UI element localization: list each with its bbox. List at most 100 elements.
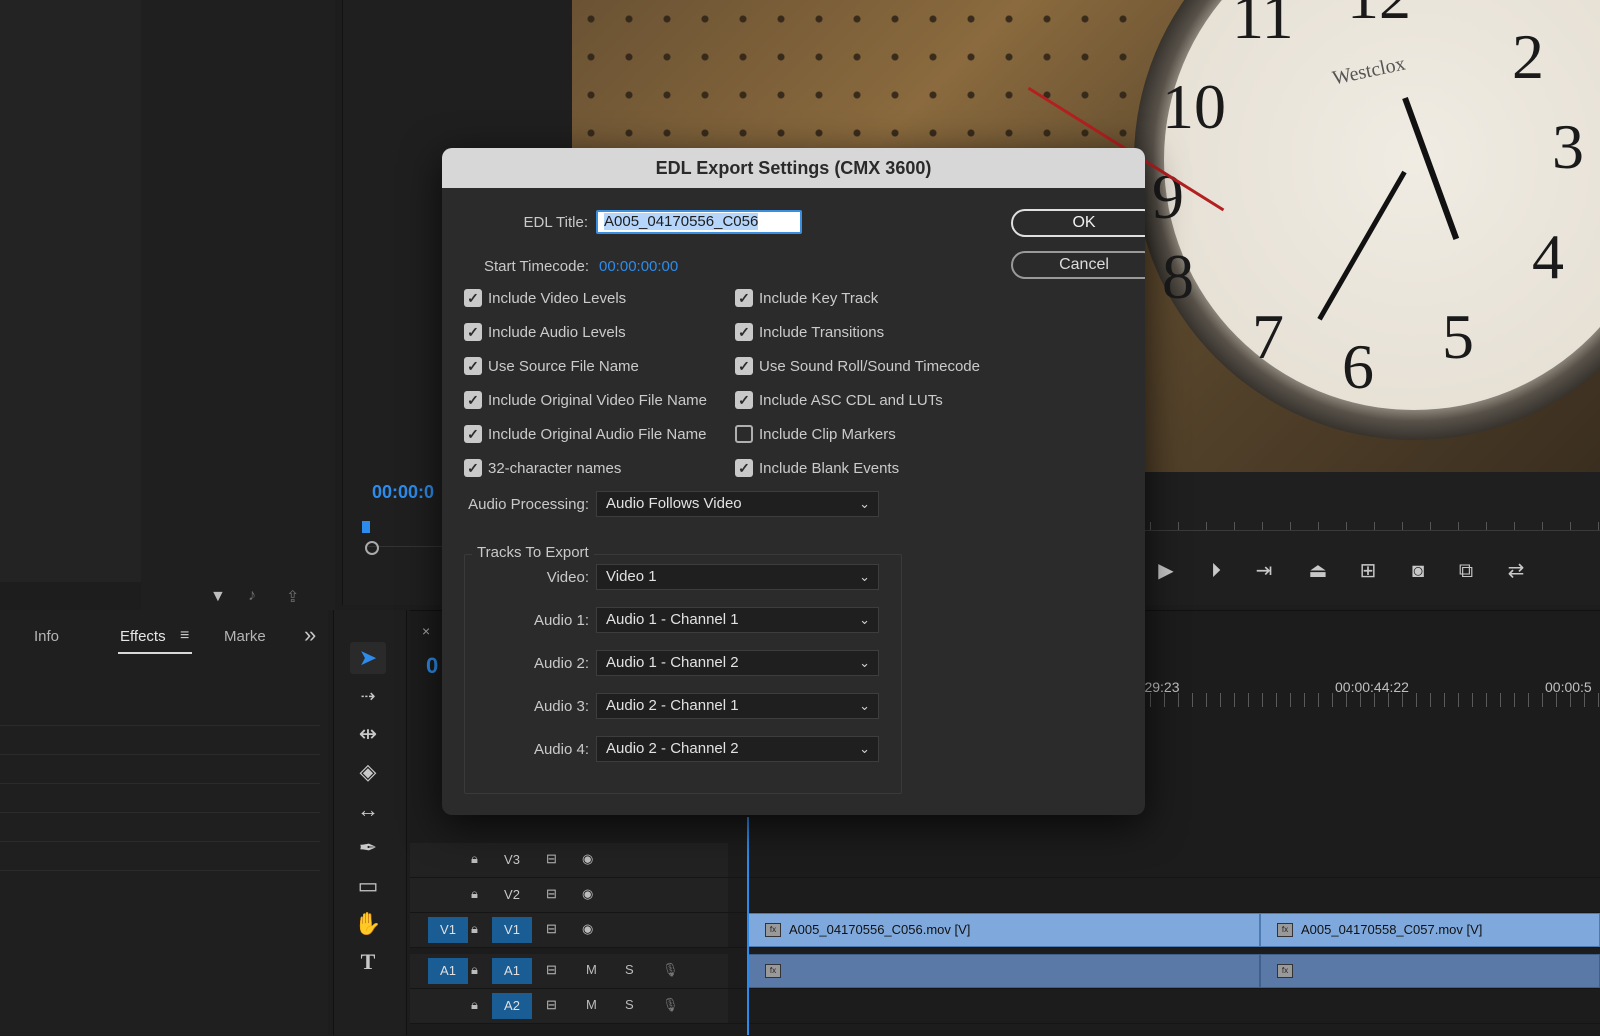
checkmark-icon[interactable]: ✓: [735, 391, 753, 409]
lift-icon[interactable]: ⏏: [1304, 560, 1332, 582]
filter-icon[interactable]: ▼: [210, 588, 226, 606]
checkmark-icon[interactable]: ✓: [735, 357, 753, 375]
checkbox-use-source-file-name[interactable]: ✓ Use Source File Name: [464, 357, 639, 375]
camera-icon[interactable]: ◙: [1404, 560, 1432, 582]
track-select-tool-icon[interactable]: ⇢: [350, 680, 386, 712]
lock-icon[interactable]: 🔒︎: [471, 921, 478, 937]
list-item[interactable]: [0, 842, 320, 871]
eye-icon[interactable]: ◉: [582, 886, 593, 902]
microphone-icon[interactable]: 🎙︎: [662, 997, 679, 1013]
list-item[interactable]: [0, 813, 320, 842]
checkbox-include-video-levels[interactable]: ✓ Include Video Levels: [464, 289, 626, 307]
type-tool-icon[interactable]: T: [350, 946, 386, 978]
checkbox-include-blank-events[interactable]: ✓ Include Blank Events: [735, 459, 899, 477]
timeline-playhead[interactable]: [747, 817, 749, 1035]
timeline-audio-clip[interactable]: fx: [1260, 954, 1600, 988]
source-playhead[interactable]: [362, 521, 370, 533]
checkmark-icon[interactable]: ✓: [464, 323, 482, 341]
track-export-select[interactable]: Audio 1 - Channel 1 ⌄: [596, 607, 879, 633]
source-patch-v1[interactable]: V1: [428, 917, 468, 943]
sync-lock-icon[interactable]: ⊟: [546, 962, 557, 978]
edl-title-field[interactable]: A005_04170556_C056: [596, 210, 802, 234]
sync-lock-icon[interactable]: ⊟: [546, 886, 557, 902]
panel-menu-icon[interactable]: ≡: [180, 627, 189, 645]
empty-checkbox-icon[interactable]: [735, 425, 753, 443]
track-export-select[interactable]: Audio 1 - Channel 2 ⌄: [596, 650, 879, 676]
checkbox-include-key-track[interactable]: ✓ Include Key Track: [735, 289, 878, 307]
track-name[interactable]: A1: [492, 958, 532, 984]
ok-button[interactable]: OK: [1011, 209, 1145, 237]
track-name[interactable]: V1: [492, 917, 532, 943]
checkmark-icon[interactable]: ✓: [464, 289, 482, 307]
comparison-view-icon[interactable]: ⧉: [1452, 560, 1480, 582]
track-name[interactable]: A2: [492, 993, 532, 1019]
selection-tool-icon[interactable]: ➤: [350, 642, 386, 674]
checkbox-include-asc-cdl-and-luts[interactable]: ✓ Include ASC CDL and LUTs: [735, 391, 943, 409]
checkmark-icon[interactable]: ✓: [464, 459, 482, 477]
checkbox-32-character-names[interactable]: ✓ 32-character names: [464, 459, 621, 477]
sync-lock-icon[interactable]: ⊟: [546, 851, 557, 867]
lock-icon[interactable]: 🔒︎: [471, 997, 478, 1013]
checkmark-icon[interactable]: ✓: [464, 425, 482, 443]
sync-lock-icon[interactable]: ⊟: [546, 921, 557, 937]
track-name[interactable]: V3: [492, 847, 532, 873]
audio-processing-select[interactable]: Audio Follows Video ⌄: [596, 491, 879, 517]
solo-button[interactable]: S: [625, 962, 634, 977]
program-timeline-ruler[interactable]: [1122, 510, 1600, 531]
track-export-select[interactable]: Audio 2 - Channel 1 ⌄: [596, 693, 879, 719]
start-timecode-value[interactable]: 00:00:00:00: [599, 258, 678, 275]
extract-icon[interactable]: ⊞: [1354, 560, 1382, 582]
go-to-out-icon[interactable]: ⇥: [1250, 560, 1278, 582]
list-item[interactable]: [0, 784, 320, 813]
dialog-titlebar[interactable]: EDL Export Settings (CMX 3600): [442, 148, 1145, 188]
rectangle-tool-icon[interactable]: ▭: [350, 870, 386, 902]
multicam-icon[interactable]: ⇄: [1502, 560, 1530, 582]
microphone-icon[interactable]: 🎙︎: [662, 962, 679, 978]
tab-effects[interactable]: Effects: [120, 628, 166, 645]
checkbox-include-audio-levels[interactable]: ✓ Include Audio Levels: [464, 323, 626, 341]
cancel-button[interactable]: Cancel: [1011, 251, 1145, 279]
track-export-select[interactable]: Video 1 ⌄: [596, 564, 879, 590]
timeline-ruler[interactable]: [1122, 693, 1600, 707]
list-item[interactable]: [0, 697, 320, 726]
checkbox-include-original-video-file-name[interactable]: ✓ Include Original Video File Name: [464, 391, 707, 409]
list-item[interactable]: [0, 726, 320, 755]
timeline-clip[interactable]: fx A005_04170558_C057.mov [V]: [1260, 913, 1600, 947]
checkbox-include-transitions[interactable]: ✓ Include Transitions: [735, 323, 884, 341]
checkmark-icon[interactable]: ✓: [735, 323, 753, 341]
solo-button[interactable]: S: [625, 997, 634, 1012]
slip-tool-icon[interactable]: ↔: [350, 794, 386, 826]
sequence-timecode[interactable]: 0: [426, 653, 438, 679]
close-sequence-icon[interactable]: ×: [422, 623, 430, 639]
sync-lock-icon[interactable]: ⊟: [546, 997, 557, 1013]
checkmark-icon[interactable]: ✓: [464, 357, 482, 375]
lock-icon[interactable]: 🔒︎: [471, 886, 478, 902]
mute-button[interactable]: M: [586, 962, 597, 977]
track-export-select[interactable]: Audio 2 - Channel 2 ⌄: [596, 736, 879, 762]
mute-button[interactable]: M: [586, 997, 597, 1012]
ripple-edit-tool-icon[interactable]: ⇹: [350, 718, 386, 750]
pen-tool-icon[interactable]: ✒: [350, 832, 386, 864]
tab-info[interactable]: Info: [34, 628, 59, 645]
insert-icon[interactable]: ♪: [248, 587, 256, 605]
checkmark-icon[interactable]: ✓: [735, 459, 753, 477]
checkbox-include-original-audio-file-name[interactable]: ✓ Include Original Audio File Name: [464, 425, 706, 443]
timeline-audio-clip[interactable]: fx: [748, 954, 1260, 988]
lock-icon[interactable]: 🔒︎: [471, 962, 478, 978]
source-patch-a1[interactable]: A1: [428, 958, 468, 984]
source-timecode[interactable]: 00:00:0: [372, 482, 434, 503]
razor-tool-icon[interactable]: ◈: [350, 756, 386, 788]
checkbox-include-clip-markers[interactable]: Include Clip Markers: [735, 425, 896, 443]
checkbox-use-sound-roll-sound-timecode[interactable]: ✓ Use Sound Roll/Sound Timecode: [735, 357, 980, 375]
timeline-clip[interactable]: fx A005_04170556_C056.mov [V]: [748, 913, 1260, 947]
eye-icon[interactable]: ◉: [582, 851, 593, 867]
lock-icon[interactable]: 🔒︎: [471, 851, 478, 867]
checkmark-icon[interactable]: ✓: [735, 289, 753, 307]
checkmark-icon[interactable]: ✓: [464, 391, 482, 409]
step-forward-icon[interactable]: ⏵: [1202, 560, 1230, 582]
track-name[interactable]: V2: [492, 882, 532, 908]
play-icon[interactable]: ▶: [1152, 560, 1180, 582]
tab-markers[interactable]: Marke: [224, 628, 266, 645]
eye-icon[interactable]: ◉: [582, 921, 593, 937]
list-item[interactable]: [0, 755, 320, 784]
